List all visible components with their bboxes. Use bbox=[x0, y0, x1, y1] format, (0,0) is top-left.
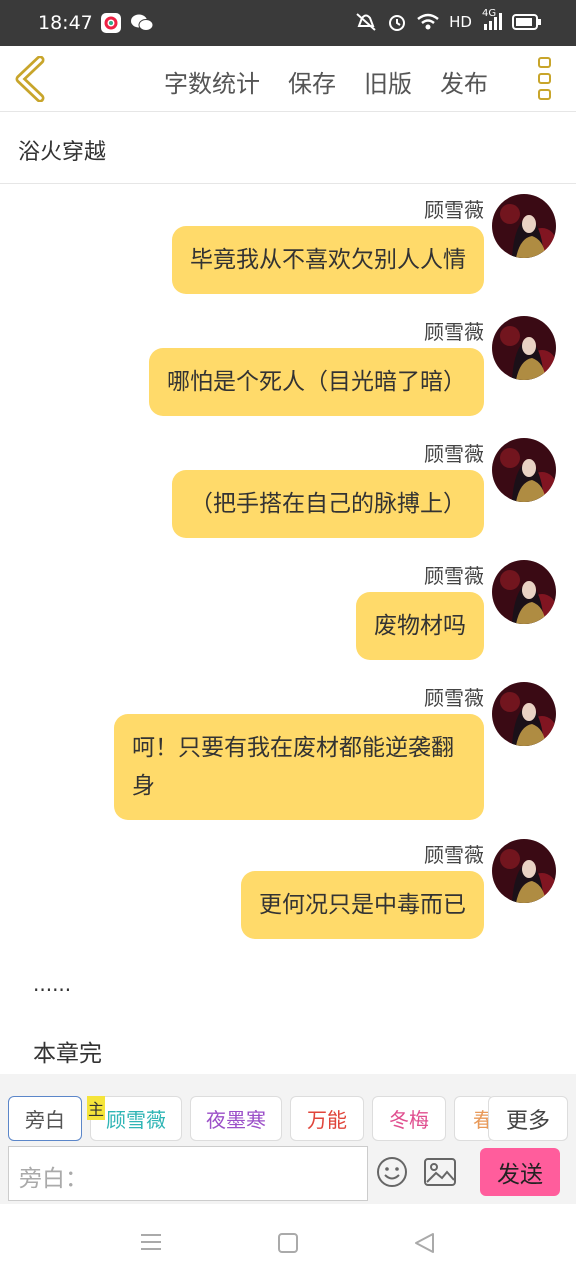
back-icon[interactable] bbox=[12, 56, 52, 102]
wechat-icon bbox=[131, 14, 154, 31]
ellipsis-text: ...... bbox=[33, 972, 72, 996]
mute-icon bbox=[356, 13, 376, 31]
message-bubble[interactable]: （把手搭在自己的脉搏上） bbox=[172, 470, 484, 538]
old-version-button[interactable]: 旧版 bbox=[364, 64, 412, 99]
speaker-name: 顾雪薇 bbox=[424, 686, 484, 710]
hd-indicator: HD bbox=[449, 13, 472, 31]
role-label: 旁白 bbox=[25, 1108, 65, 1132]
app-notification-icon bbox=[101, 13, 121, 33]
message-bubble[interactable]: 废物材吗 bbox=[356, 592, 484, 660]
role-label: 冬梅 bbox=[389, 1108, 429, 1132]
send-button[interactable]: 发送 bbox=[480, 1148, 560, 1196]
network-type: 4G bbox=[482, 8, 497, 19]
speaker-name: 顾雪薇 bbox=[424, 843, 484, 867]
speaker-name: 顾雪薇 bbox=[424, 442, 484, 466]
avatar[interactable] bbox=[492, 682, 556, 746]
status-bar: 18:47 HD 4G bbox=[0, 0, 576, 46]
avatar[interactable] bbox=[492, 560, 556, 624]
chapter-title: 浴火穿越 bbox=[0, 112, 576, 184]
battery-icon bbox=[512, 14, 541, 30]
message-input[interactable]: 旁白： bbox=[8, 1146, 368, 1201]
status-time: 18:47 bbox=[38, 12, 93, 34]
role-label: 顾雪薇 bbox=[106, 1108, 166, 1132]
more-roles-button[interactable]: 更多 bbox=[488, 1096, 568, 1141]
back-nav-icon[interactable] bbox=[413, 1232, 435, 1254]
avatar[interactable] bbox=[492, 194, 556, 258]
speaker-name: 顾雪薇 bbox=[424, 320, 484, 344]
menu-icon[interactable] bbox=[140, 1232, 162, 1252]
role-label: 夜墨寒 bbox=[206, 1108, 266, 1132]
speaker-name: 顾雪薇 bbox=[424, 198, 484, 222]
main-role-badge: 主 bbox=[87, 1096, 105, 1120]
home-icon[interactable] bbox=[277, 1232, 299, 1254]
chapter-end-text: 本章完 bbox=[33, 1041, 102, 1067]
word-count-button[interactable]: 字数统计 bbox=[164, 64, 260, 99]
message-bubble[interactable]: 呵！只要有我在废材都能逆袭翻身 bbox=[114, 714, 484, 820]
role-label: 万能 bbox=[307, 1108, 347, 1132]
role-universal-button[interactable]: 万能 bbox=[290, 1096, 364, 1141]
message-bubble[interactable]: 哪怕是个死人（目光暗了暗） bbox=[149, 348, 484, 416]
more-options-icon[interactable] bbox=[538, 57, 552, 103]
publish-button[interactable]: 发布 bbox=[440, 64, 488, 99]
chat-area[interactable]: 顾雪薇 毕竟我从不喜欢欠别人人情 顾雪薇 哪怕是个死人（目光暗了暗） 顾雪薇 （… bbox=[0, 184, 576, 1074]
role-ye-mohan-button[interactable]: 夜墨寒 bbox=[190, 1096, 282, 1141]
avatar[interactable] bbox=[492, 839, 556, 903]
message-bubble[interactable]: 毕竟我从不喜欢欠别人人情 bbox=[172, 226, 484, 294]
top-toolbar: 字数统计 保存 旧版 发布 bbox=[0, 46, 576, 112]
save-button[interactable]: 保存 bbox=[288, 64, 336, 99]
avatar[interactable] bbox=[492, 316, 556, 380]
speaker-name: 顾雪薇 bbox=[424, 564, 484, 588]
system-nav-bar bbox=[0, 1204, 576, 1280]
avatar[interactable] bbox=[492, 438, 556, 502]
role-dongmei-button[interactable]: 冬梅 bbox=[372, 1096, 446, 1141]
wifi-icon bbox=[417, 13, 439, 30]
role-narration-button[interactable]: 旁白 bbox=[8, 1096, 82, 1141]
emoji-icon[interactable] bbox=[376, 1156, 408, 1188]
message-bubble[interactable]: 更何况只是中毒而已 bbox=[241, 871, 484, 939]
alarm-icon bbox=[389, 15, 406, 31]
role-input-panel: 旁白 顾雪薇 主 夜墨寒 万能 冬梅 春 更多 旁白： 发送 bbox=[0, 1074, 576, 1204]
image-icon[interactable] bbox=[424, 1158, 456, 1186]
